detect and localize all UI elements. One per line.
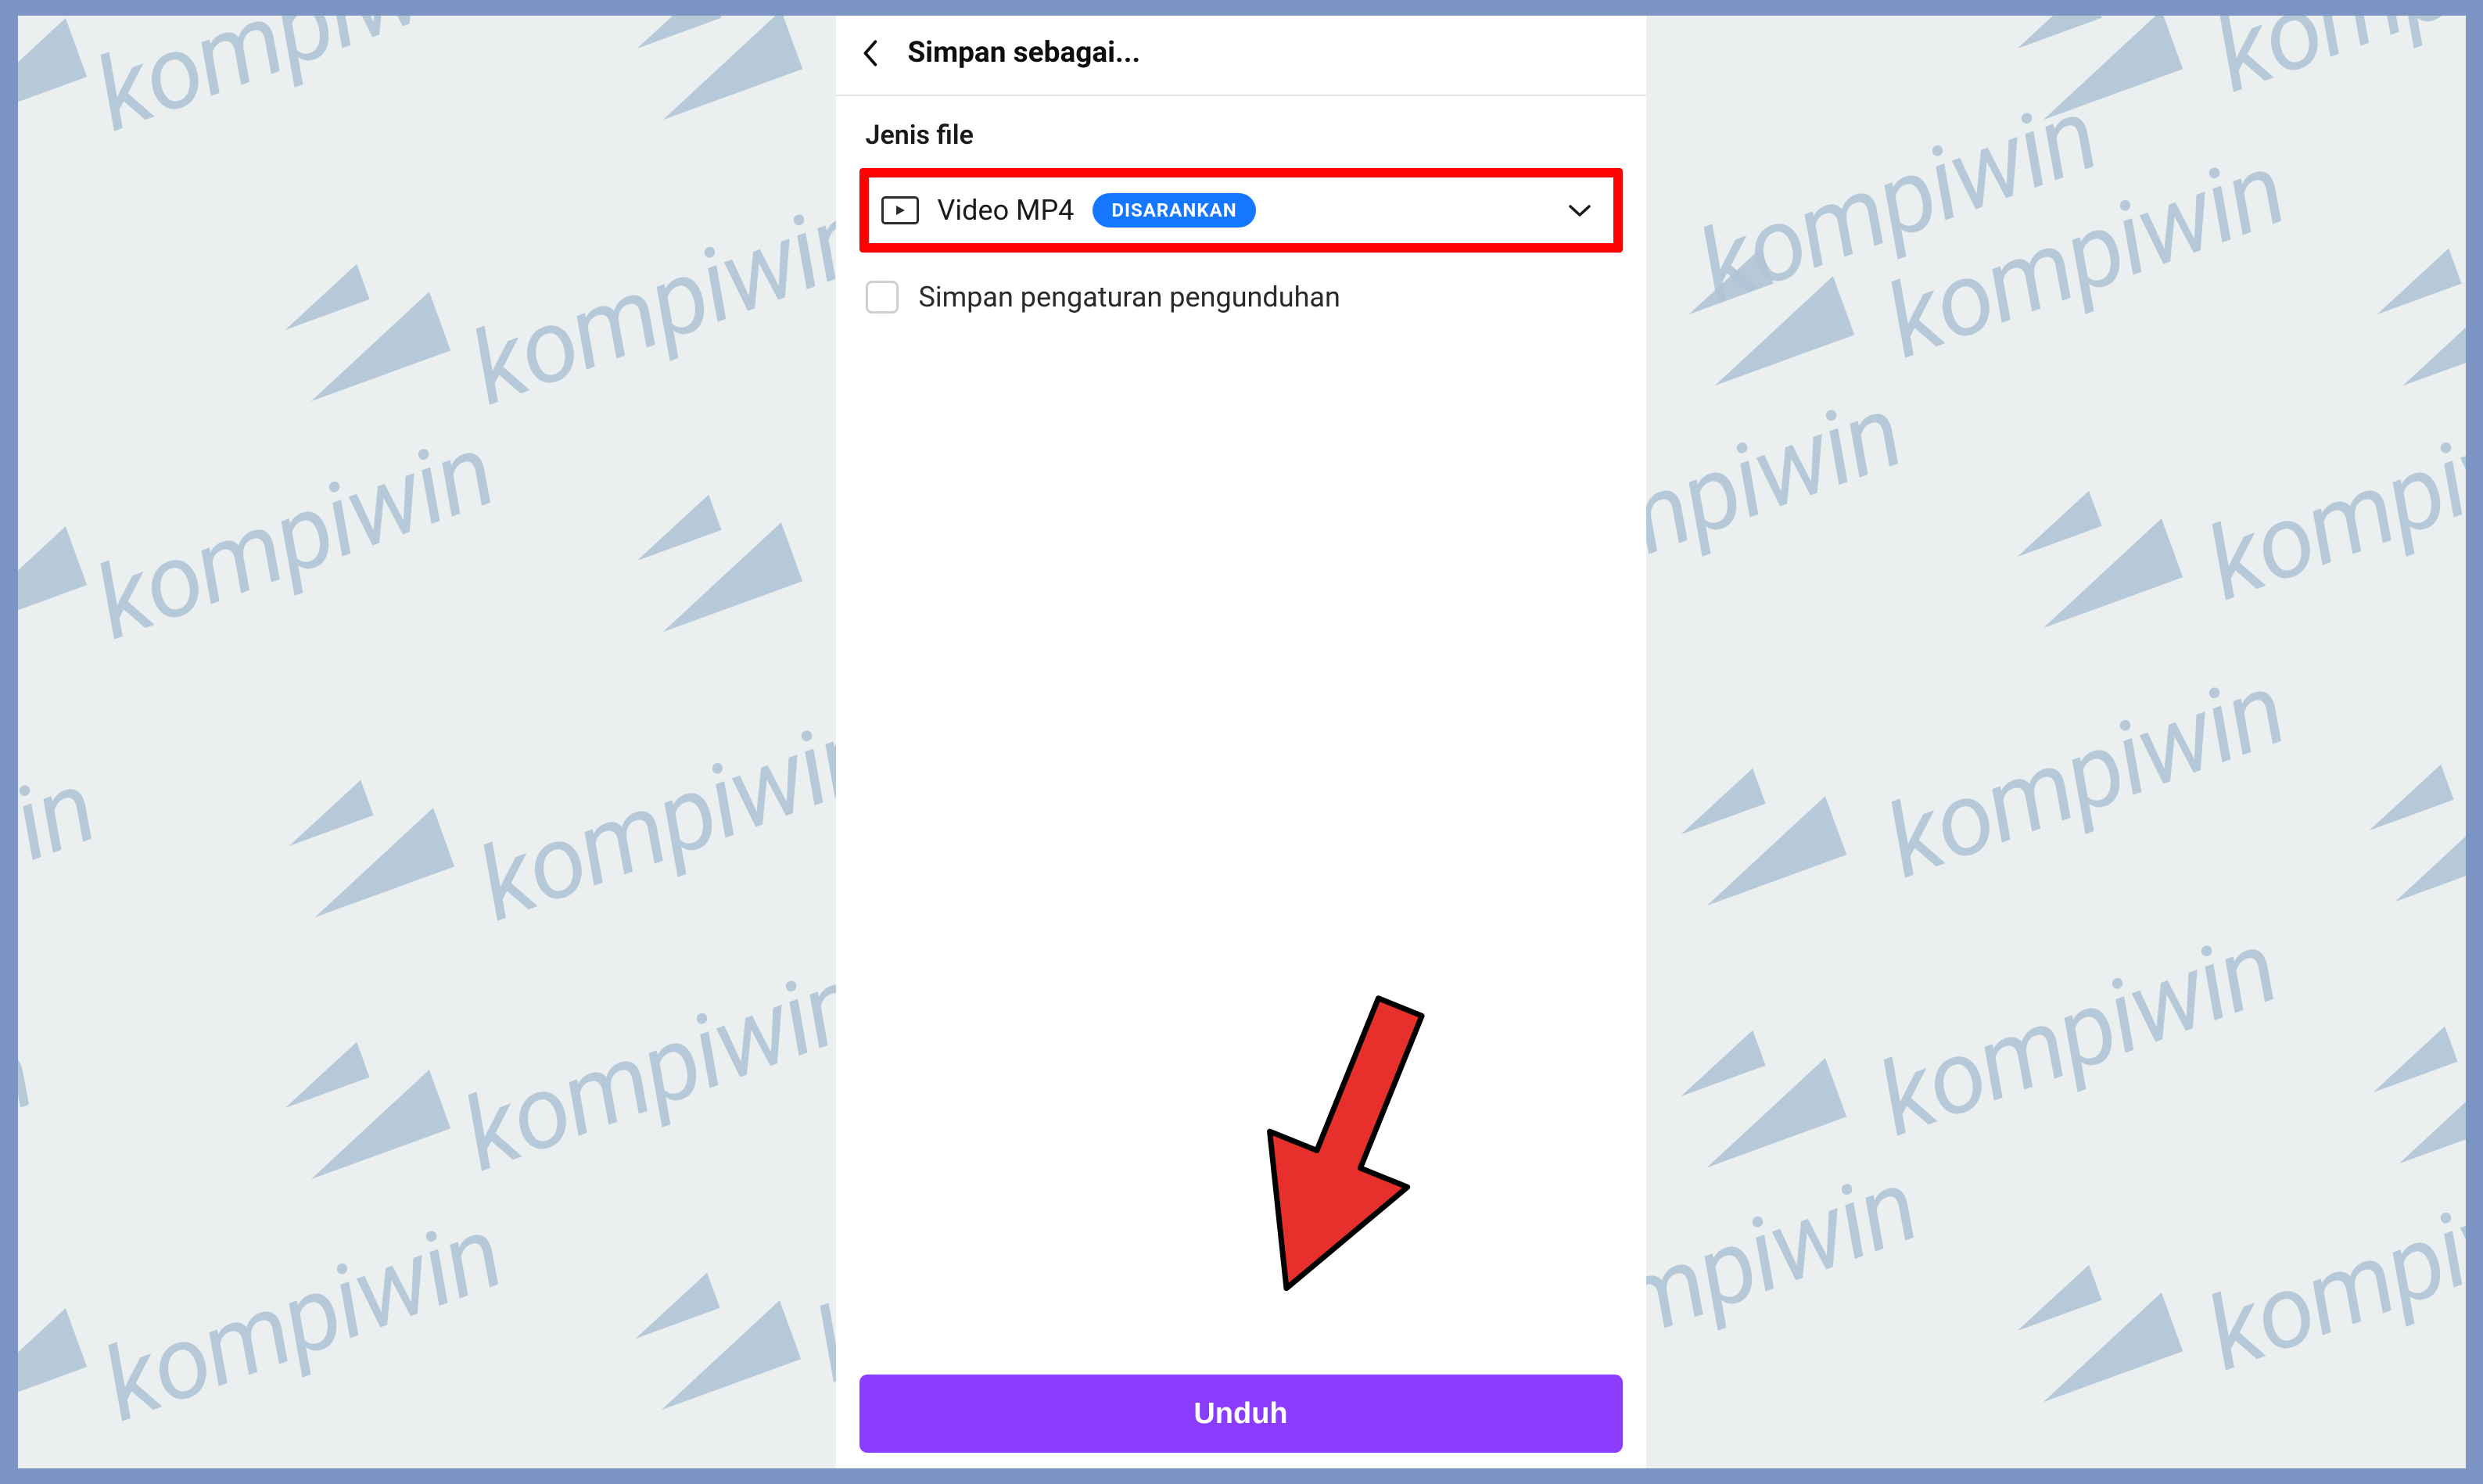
- watermark-logo: [1676, 228, 1856, 389]
- watermark-text: kompiwin: [18, 746, 109, 999]
- bottom-bar: Unduh: [836, 1375, 1646, 1468]
- watermark-text: kompiwin: [447, 941, 876, 1195]
- watermark-logo: [2360, 1006, 2466, 1167]
- watermark-text: kompiwin: [18, 1012, 47, 1265]
- watermark-text: kompiwin: [463, 691, 892, 945]
- watermark-logo: [272, 244, 452, 405]
- watermark-logo: [276, 760, 456, 921]
- content-area: Jenis file Video MP4 DISARANKAN Simpan p…: [836, 96, 1646, 1375]
- watermark-logo: [2364, 228, 2466, 389]
- watermark-logo: [18, 1260, 88, 1421]
- download-button[interactable]: Unduh: [859, 1375, 1623, 1453]
- watermark-logo: [2004, 471, 2184, 632]
- watermark-logo: [2004, 1245, 2184, 1406]
- save-settings-label: Simpan pengaturan pengunduhan: [919, 281, 1340, 314]
- watermark-logo: [18, 16, 88, 131]
- watermark-text: kompiwin: [2191, 1141, 2465, 1394]
- watermark-logo: [1668, 1010, 1848, 1171]
- watermark-text: kompiwin: [88, 1192, 516, 1445]
- file-type-dropdown[interactable]: Video MP4 DISARANKAN: [859, 168, 1623, 253]
- watermark-text: kompiwin: [1683, 73, 2112, 327]
- watermark-logo: [623, 1253, 802, 1414]
- chevron-down-icon: [1568, 203, 1591, 217]
- watermark-logo: [2356, 744, 2466, 905]
- watermark-logo: [2004, 16, 2184, 124]
- watermark-text: kompiwin: [18, 253, 23, 507]
- video-icon: [881, 196, 919, 224]
- save-settings-checkbox[interactable]: [866, 281, 899, 314]
- watermark-text: kompiwin: [1871, 648, 2299, 902]
- back-button[interactable]: [859, 38, 880, 69]
- screenshot-frame: kompiwin kompiwin kompiwin kompiwin komp…: [18, 16, 2466, 1468]
- watermark-logo: [272, 1022, 452, 1183]
- header: Simpan sebagai...: [836, 16, 1646, 96]
- save-as-panel: Simpan sebagai... Jenis file Video MP4 D…: [836, 16, 1646, 1468]
- download-button-label: Unduh: [1193, 1397, 1287, 1431]
- watermark-text: kompiwin: [455, 175, 884, 428]
- file-type-text: Video MP4: [938, 194, 1075, 227]
- file-type-label: Jenis file: [866, 120, 1623, 151]
- watermark-text: kompiwin: [80, 410, 508, 663]
- watermark-logo: [624, 475, 804, 636]
- watermark-logo: [1668, 748, 1848, 909]
- watermark-text: kompiwin: [80, 16, 508, 156]
- watermark-text: kompiwin: [1863, 906, 2291, 1160]
- watermark-text: kompiwin: [2191, 371, 2465, 624]
- file-type-value: Video MP4 DISARANKAN: [881, 193, 1568, 228]
- save-settings-row: Simpan pengaturan pengunduhan: [866, 281, 1623, 314]
- page-title: Simpan sebagai...: [908, 36, 1141, 70]
- recommended-badge: DISARANKAN: [1093, 193, 1255, 228]
- watermark-text: kompiwin: [2199, 16, 2465, 116]
- watermark-logo: [624, 16, 804, 124]
- watermark-text: kompiwin: [1871, 128, 2299, 382]
- watermark-logo: [18, 479, 88, 640]
- chevron-left-icon: [861, 38, 878, 68]
